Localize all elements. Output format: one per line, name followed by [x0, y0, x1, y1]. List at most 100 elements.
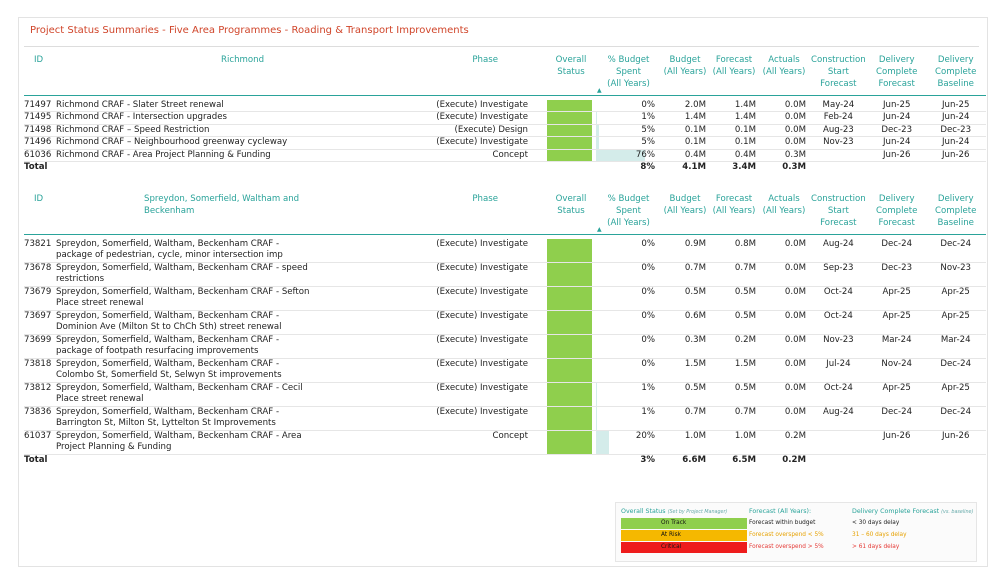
total-empty: [925, 453, 986, 466]
total-row: Total 3% 6.6M 6.5M 0.2M: [24, 453, 986, 466]
actuals-value: 0.0M: [759, 111, 809, 125]
actuals-value: 0.0M: [759, 286, 809, 311]
budget-spent-value: 0%: [641, 286, 655, 297]
legend-swatch-on-track: On Track: [621, 518, 747, 529]
budget-spent-value: 0%: [641, 99, 655, 110]
delivery-forecast-value: Jun-26: [867, 149, 926, 162]
project-name: Richmond CRAF – Speed Restriction: [56, 124, 210, 135]
column-header-phase[interactable]: Phase: [324, 54, 546, 96]
column-header-budget[interactable]: Budget (All Years): [661, 54, 709, 96]
total-budget-spent: 8%: [596, 161, 661, 174]
construction-start-value: Nov-23: [809, 136, 868, 150]
forecast-value: 0.5M: [709, 310, 759, 335]
project-cell: 61037 Spreydon, Somerfield, Waltham, Beck…: [24, 430, 324, 455]
budget-spent-cell: 0%: [596, 358, 661, 383]
delivery-baseline-value: Mar-24: [925, 334, 986, 359]
column-header-construction-start[interactable]: Construction Start Forecast: [809, 193, 868, 235]
project-name: Spreydon, Somerfield, Waltham, Beckenham…: [56, 406, 280, 429]
total-row: Total 8% 4.1M 3.4M 0.3M: [24, 161, 986, 174]
project-phase: (Execute) Design: [324, 124, 546, 137]
column-header-delivery-baseline[interactable]: Delivery Complete Baseline: [925, 54, 986, 96]
total-empty: [809, 453, 868, 466]
sort-ascending-icon[interactable]: ▲: [597, 226, 602, 233]
overall-status-cell: [546, 334, 596, 359]
project-name: Spreydon, Somerfield, Waltham, Beckenham…: [56, 238, 283, 261]
table-row[interactable]: 61036 Richmond CRAF - Area Project Planni…: [24, 149, 986, 162]
budget-spent-value: 0%: [641, 238, 655, 249]
column-header-overall-status[interactable]: Overall Status: [546, 54, 596, 96]
legend-forecast-title: Forecast (All Years):: [749, 508, 812, 515]
status-indicator: [547, 124, 592, 136]
budget-spent-cell: 1%: [596, 406, 661, 431]
budget-spent-value: 5%: [641, 124, 655, 135]
status-indicator: [547, 310, 592, 334]
table-row[interactable]: 73697 Spreydon, Somerfield, Waltham, Beck…: [24, 310, 986, 335]
delivery-forecast-value: Dec-24: [867, 406, 926, 431]
table-row[interactable]: 71497 Richmond CRAF - Slater Street renew…: [24, 99, 986, 112]
column-header-budget[interactable]: Budget (All Years): [661, 193, 709, 235]
table-row[interactable]: 71498 Richmond CRAF – Speed Restriction (E…: [24, 124, 986, 137]
budget-spent-value: 0%: [641, 358, 655, 369]
table-row[interactable]: 73699 Spreydon, Somerfield, Waltham, Beck…: [24, 334, 986, 359]
project-phase: (Execute) Investigate: [324, 382, 546, 407]
delivery-baseline-value: Jun-26: [925, 430, 986, 455]
table-row[interactable]: 73821 Spreydon, Somerfield, Waltham, Beck…: [24, 238, 986, 263]
construction-start-value: Sep-23: [809, 262, 868, 287]
column-header-phase[interactable]: Phase: [324, 193, 546, 235]
column-header-actuals[interactable]: Actuals (All Years): [759, 54, 809, 96]
table-row[interactable]: 73836 Spreydon, Somerfield, Waltham, Beck…: [24, 406, 986, 431]
forecast-value: 0.5M: [709, 286, 759, 311]
column-header-overall-status[interactable]: Overall Status: [546, 193, 596, 235]
project-name: Spreydon, Somerfield, Waltham, Beckenham…: [56, 286, 310, 309]
column-header-delivery-forecast[interactable]: Delivery Complete Forecast: [867, 193, 926, 235]
status-indicator: [547, 99, 592, 111]
construction-start-value: [809, 430, 868, 455]
column-header-delivery-forecast[interactable]: Delivery Complete Forecast: [867, 54, 926, 96]
project-name: Richmond CRAF - Area Project Planning & …: [56, 149, 271, 160]
table-row[interactable]: 73679 Spreydon, Somerfield, Waltham, Beck…: [24, 286, 986, 311]
budget-value: 0.5M: [661, 286, 709, 311]
status-indicator: [547, 334, 592, 358]
total-label: Total: [24, 453, 324, 466]
delivery-forecast-value: Jun-26: [867, 430, 926, 455]
total-empty: [809, 161, 868, 174]
table-row[interactable]: 73812 Spreydon, Somerfield, Waltham, Beck…: [24, 382, 986, 407]
project-id: 73679: [24, 286, 52, 297]
sort-ascending-icon[interactable]: ▲: [597, 87, 602, 94]
budget-value: 1.0M: [661, 430, 709, 455]
column-header-construction-start[interactable]: Construction Start Forecast: [809, 54, 868, 96]
project-table: ID Spreydon, Somerfield, Waltham and Beck…: [24, 193, 986, 466]
column-header-forecast[interactable]: Forecast (All Years): [709, 54, 759, 96]
project-phase: (Execute) Investigate: [324, 334, 546, 359]
column-header-budget-spent[interactable]: % Budget Spent (All Years) ▲: [596, 54, 661, 96]
table-row[interactable]: 71495 Richmond CRAF - Intersection upgrad…: [24, 111, 986, 125]
table-row[interactable]: 73818 Spreydon, Somerfield, Waltham, Beck…: [24, 358, 986, 383]
forecast-value: 1.4M: [709, 111, 759, 125]
project-id: 61036: [24, 149, 52, 160]
legend-delivery-text: > 61 days delay: [852, 544, 900, 550]
budget-spent-cell: 0%: [596, 334, 661, 359]
column-header-budget-spent[interactable]: % Budget Spent (All Years) ▲: [596, 193, 661, 235]
budget-spent-cell: 0%: [596, 238, 661, 263]
column-header-actuals[interactable]: Actuals (All Years): [759, 193, 809, 235]
delivery-baseline-value: Apr-25: [925, 382, 986, 407]
budget-spent-value: 0%: [641, 334, 655, 345]
project-name: Richmond CRAF - Slater Street renewal: [56, 99, 224, 110]
column-header-forecast[interactable]: Forecast (All Years): [709, 193, 759, 235]
table-row[interactable]: 61037 Spreydon, Somerfield, Waltham, Beck…: [24, 430, 986, 455]
table-row[interactable]: 73678 Spreydon, Somerfield, Waltham, Beck…: [24, 262, 986, 287]
legend: Overall Status (Set by Project Manager) …: [615, 502, 977, 562]
status-indicator: [547, 286, 592, 310]
project-id: 73836: [24, 406, 52, 417]
column-header-delivery-baseline[interactable]: Delivery Complete Baseline: [925, 193, 986, 235]
delivery-baseline-value: Dec-24: [925, 358, 986, 383]
column-header-id[interactable]: ID Richmond: [24, 54, 324, 96]
delivery-forecast-value: Dec-24: [867, 238, 926, 263]
status-indicator: [547, 262, 592, 286]
project-id: 73812: [24, 382, 52, 393]
table-row[interactable]: 71496 Richmond CRAF – Neighbourhood green…: [24, 136, 986, 150]
project-phase: (Execute) Investigate: [324, 238, 546, 263]
forecast-value: 0.7M: [709, 406, 759, 431]
delivery-baseline-value: Dec-24: [925, 406, 986, 431]
column-header-id[interactable]: ID Spreydon, Somerfield, Waltham and Beck…: [24, 193, 324, 235]
